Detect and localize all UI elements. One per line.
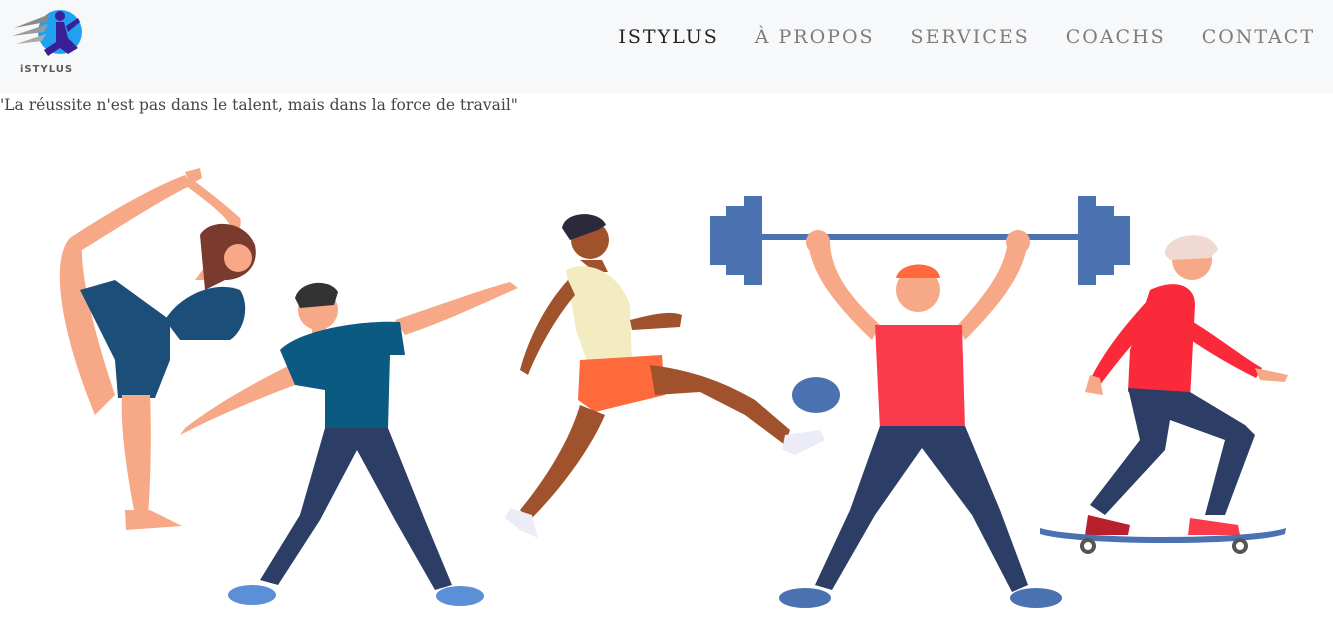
- skateboarder-figure: [1040, 235, 1288, 554]
- nav-services[interactable]: SERVICES: [911, 26, 1030, 48]
- istylus-logo-icon: iSTYLUS: [12, 10, 82, 75]
- hero-illustration: [0, 130, 1333, 620]
- hero-quote: 'La réussite n'est pas dans le talent, m…: [0, 96, 518, 114]
- nav-coachs[interactable]: COACHS: [1066, 26, 1166, 48]
- navbar: iSTYLUS ISTYLUS À PROPOS SERVICES COACHS…: [0, 0, 1333, 93]
- nav-a-propos[interactable]: À PROPOS: [755, 26, 875, 48]
- athletes-illustration: [59, 168, 1288, 608]
- logo-wordmark: iSTYLUS: [20, 64, 73, 75]
- nav-istylus[interactable]: ISTYLUS: [618, 26, 718, 48]
- nav-contact[interactable]: CONTACT: [1202, 26, 1315, 48]
- brand-logo[interactable]: iSTYLUS: [10, 4, 96, 76]
- weightlifter-figure: [710, 196, 1130, 608]
- yoga-woman-figure: [59, 168, 256, 530]
- kicking-runner-figure: [505, 214, 840, 538]
- main-nav: ISTYLUS À PROPOS SERVICES COACHS CONTACT: [618, 26, 1315, 48]
